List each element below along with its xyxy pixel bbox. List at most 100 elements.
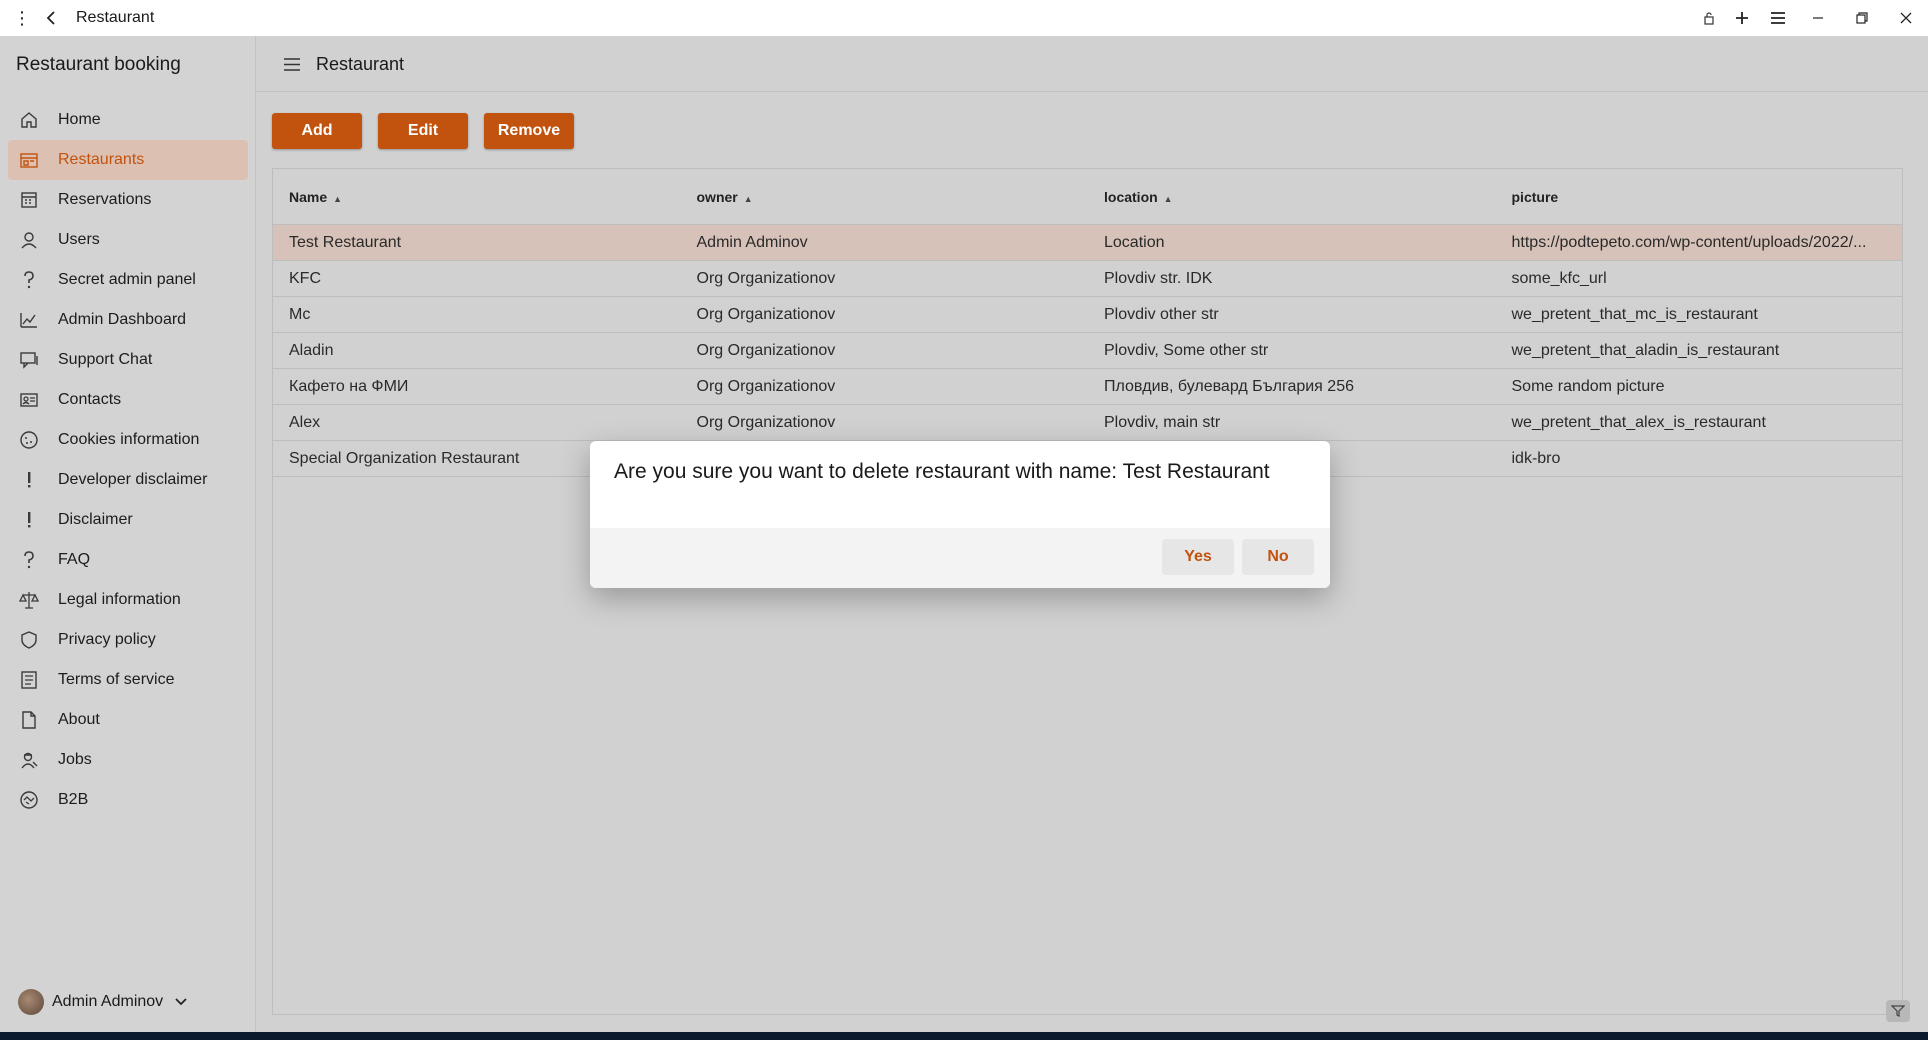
calendar-icon [17,188,41,212]
sidebar-item-label: Privacy policy [58,631,156,648]
home-icon [17,108,41,132]
user-menu[interactable]: Admin Adminov [18,989,187,1015]
sidebar-item-home[interactable]: Home [8,100,248,140]
cell-location: Plovdiv, Some other str [1104,341,1269,359]
sidebar-item-label: Users [58,231,100,248]
sidebar: Restaurant booking Home Restaurants Rese… [0,36,256,1032]
cell-owner: Admin Adminov [696,233,808,251]
page-header: Restaurant [256,36,1928,92]
sidebar-item-restaurants[interactable]: Restaurants [8,140,248,180]
sidebar-item-admin-dashboard[interactable]: Admin Dashboard [8,300,248,340]
cell-owner: Org Organizationov [696,413,836,431]
sidebar-item-support-chat[interactable]: Support Chat [8,340,248,380]
column-header-picture[interactable]: picture [1496,189,1903,205]
sidebar-item-cookies-information[interactable]: Cookies information [8,420,248,460]
exclamation-icon [17,468,41,492]
cell-owner: Org Organizationov [696,305,836,323]
table-row[interactable]: Кафето на ФМИ Org Organizationov Пловдив… [273,369,1902,405]
sidebar-item-jobs[interactable]: Jobs [8,740,248,780]
table-row[interactable]: KFC Org Organizationov Plovdiv str. IDK … [273,261,1902,297]
sidebar-item-contacts[interactable]: Contacts [8,380,248,420]
minimize-icon[interactable] [1796,0,1840,36]
cell-name: Test Restaurant [289,233,402,251]
cookie-icon [17,428,41,452]
sidebar-item-label: Reservations [58,191,152,208]
column-header-name[interactable]: Name ▲ [273,189,681,205]
restore-icon[interactable] [1840,0,1884,36]
chat-icon [17,348,41,372]
cell-location: Пловдив, булевард България 256 [1104,377,1354,395]
cell-location: Plovdiv other str [1104,305,1219,323]
back-arrow-icon[interactable] [40,0,64,36]
sidebar-item-reservations[interactable]: Reservations [8,180,248,220]
sidebar-item-legal-information[interactable]: Legal information [8,580,248,620]
sidebar-item-label: Restaurants [58,151,145,168]
plus-icon[interactable] [1724,0,1760,36]
yes-button[interactable]: Yes [1162,539,1234,575]
cell-location: Plovdiv str. IDK [1104,269,1213,287]
sidebar-item-privacy-policy[interactable]: Privacy policy [8,620,248,660]
sort-icon: ▲ [743,193,753,204]
chart-icon [17,308,41,332]
cell-owner: Org Organizationov [696,377,836,395]
cell-name: Кафето на ФМИ [289,377,409,395]
shield-icon [17,628,41,652]
lock-icon[interactable] [1694,0,1724,36]
sidebar-item-label: Cookies information [58,431,200,448]
cell-location: Location [1104,233,1165,251]
sidebar-item-label: Secret admin panel [58,271,196,288]
sidebar-item-terms-of-service[interactable]: Terms of service [8,660,248,700]
avatar [18,989,44,1015]
sidebar-item-label: Home [58,111,101,128]
question-icon [17,268,41,292]
sidebar-item-b2b[interactable]: B2B [8,780,248,820]
sort-icon: ▲ [333,193,343,204]
column-header-owner[interactable]: owner ▲ [681,189,1089,205]
chevron-down-icon [175,995,187,1009]
sidebar-item-label: Contacts [58,391,122,408]
add-button[interactable]: Add [272,113,362,149]
handshake-icon [17,788,41,812]
sidebar-item-users[interactable]: Users [8,220,248,260]
sidebar-item-label: Terms of service [58,671,175,688]
question-icon [17,548,41,572]
edit-button[interactable]: Edit [378,113,468,149]
window-title: Restaurant [76,9,155,26]
cell-picture: Some random picture [1511,377,1665,395]
sidebar-item-developer-disclaimer[interactable]: Developer disclaimer [8,460,248,500]
remove-button[interactable]: Remove [484,113,574,149]
table-row[interactable]: Mc Org Organizationov Plovdiv other str … [273,297,1902,333]
cell-picture: idk-bro [1511,449,1561,467]
column-header-location[interactable]: location ▲ [1088,189,1496,205]
user-name: Admin Adminov [52,993,164,1010]
sidebar-item-secret-admin-panel[interactable]: Secret admin panel [8,260,248,300]
toolbar: Add Edit Remove [272,113,590,149]
sidebar-item-label: B2B [58,791,89,808]
table-row[interactable]: Aladin Org Organizationov Plovdiv, Some … [273,333,1902,369]
table-row[interactable]: Alex Org Organizationov Plovdiv, main st… [273,405,1902,441]
close-icon[interactable] [1884,0,1928,36]
menu-icon[interactable] [1760,0,1796,36]
document-icon [17,668,41,692]
sidebar-item-label: Support Chat [58,351,153,368]
hamburger-icon[interactable] [280,52,304,76]
restaurants-table: Name ▲ owner ▲ location ▲ picture Test Rest… [272,168,1903,1015]
cell-name: KFC [289,269,321,287]
sidebar-item-disclaimer[interactable]: Disclaimer [8,500,248,540]
sidebar-item-faq[interactable]: FAQ [8,540,248,580]
sidebar-item-label: Legal information [58,591,181,608]
sidebar-item-about[interactable]: About [8,700,248,740]
more-vertical-icon[interactable]: ⋮ [4,0,40,36]
table-row[interactable]: Test Restaurant Admin Adminov Location h… [273,225,1902,261]
sidebar-item-label: Developer disclaimer [58,471,208,488]
no-button[interactable]: No [1242,539,1314,575]
app-title: Restaurant booking [16,54,181,75]
table-header: Name ▲ owner ▲ location ▲ picture [273,169,1902,225]
taskbar-strip [0,1032,1928,1040]
cell-name: Alex [289,413,321,431]
cell-owner: Org Organizationov [696,269,836,287]
exclamation-icon [17,508,41,532]
filter-icon[interactable] [1886,1000,1910,1022]
restaurant-icon [17,148,41,172]
sidebar-item-label: About [58,711,100,728]
